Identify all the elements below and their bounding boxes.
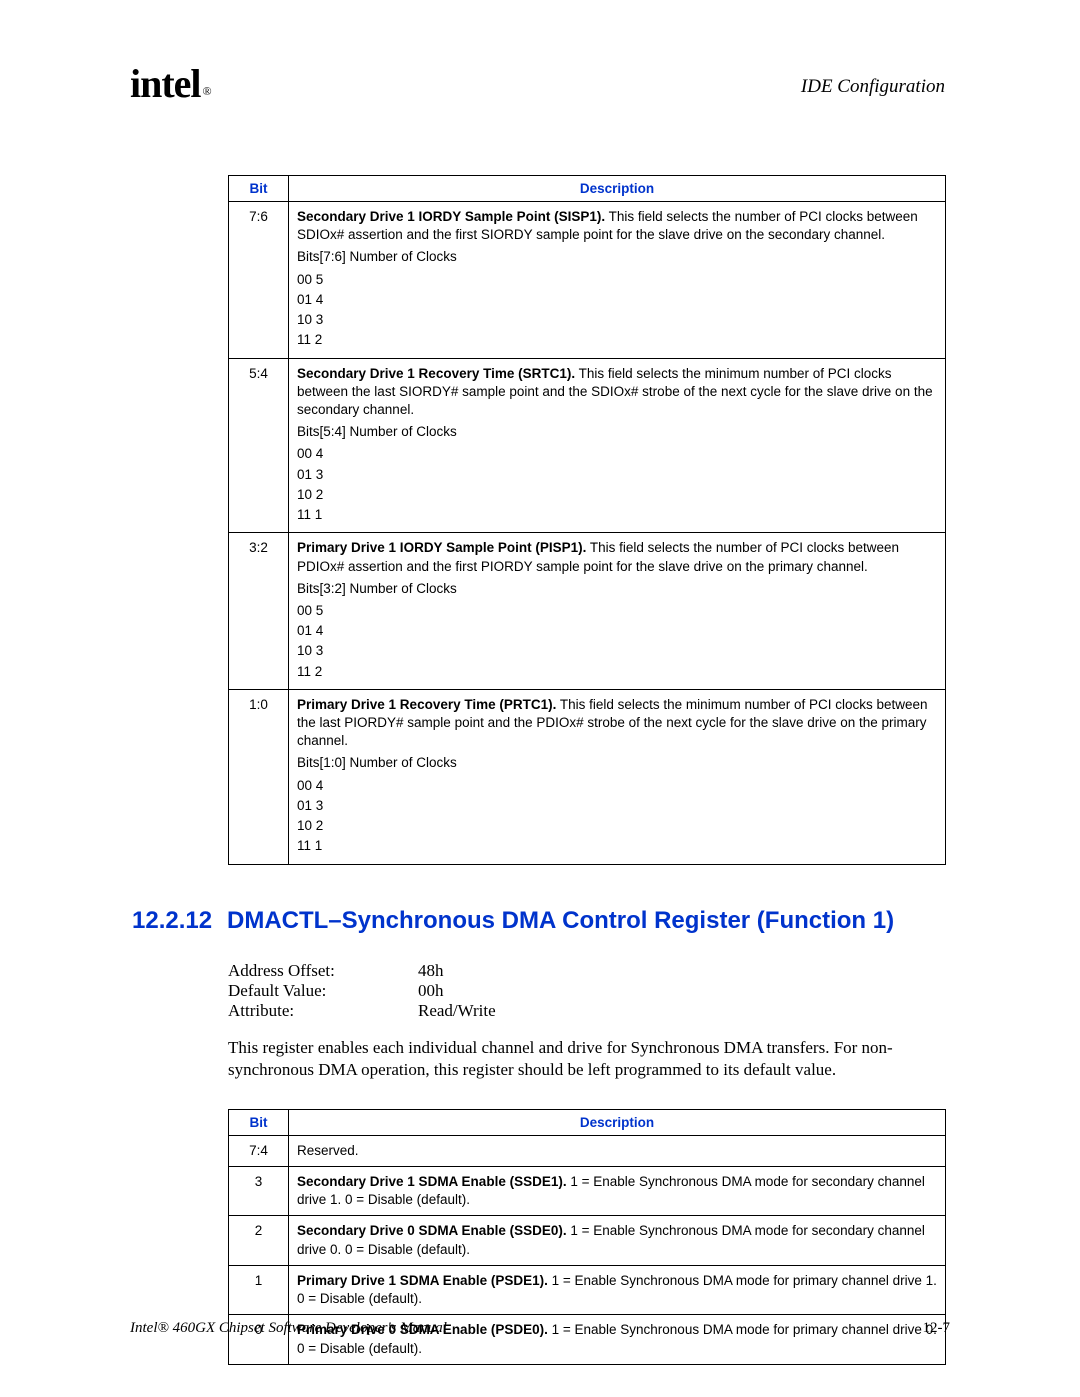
table1-header-desc: Description: [289, 176, 946, 202]
table-row: 3:2 Primary Drive 1 IORDY Sample Point (…: [229, 533, 946, 690]
intel-logo: intel®: [130, 60, 209, 107]
bit-cell: 1: [229, 1265, 289, 1314]
def-value: 00h: [418, 981, 444, 1001]
logo-registered: ®: [203, 84, 211, 98]
bit-cell: 7:4: [229, 1135, 289, 1166]
bit-cell: 5:4: [229, 358, 289, 533]
bits-label: Bits[5:4] Number of Clocks: [297, 423, 937, 441]
map-line: 01 4: [297, 291, 937, 309]
field-body: Reserved.: [297, 1143, 359, 1158]
map-line: 00 5: [297, 602, 937, 620]
desc-cell: Primary Drive 1 IORDY Sample Point (PISP…: [289, 533, 946, 690]
table2-header-bit: Bit: [229, 1109, 289, 1135]
addr-value: 48h: [418, 961, 444, 981]
map-line: 10 2: [297, 817, 937, 835]
table2-header-desc: Description: [289, 1109, 946, 1135]
bit-cell: 3:2: [229, 533, 289, 690]
map-line: 01 3: [297, 466, 937, 484]
footer-left: Intel® 460GX Chipset Software Developer'…: [130, 1320, 447, 1337]
attr-value: Read/Write: [418, 1001, 496, 1021]
bit-table-1: Bit Description 7:6 Secondary Drive 1 IO…: [228, 175, 946, 865]
desc-cell: Reserved.: [289, 1135, 946, 1166]
section-title-text: DMACTL–Synchronous DMA Control Register …: [227, 907, 894, 935]
table-row: 7:6 Secondary Drive 1 IORDY Sample Point…: [229, 202, 946, 359]
map-line: 11 2: [297, 663, 937, 681]
attr-label: Attribute:: [228, 1001, 418, 1021]
map-line: 10 3: [297, 642, 937, 660]
map-line: 01 4: [297, 622, 937, 640]
map-line: 00 4: [297, 777, 937, 795]
bit-cell: 2: [229, 1216, 289, 1265]
table1-header-bit: Bit: [229, 176, 289, 202]
field-name: Secondary Drive 0 SDMA Enable (SSDE0).: [297, 1223, 567, 1238]
section-heading: 12.2.12 DMACTL–Synchronous DMA Control R…: [132, 907, 946, 935]
desc-cell: Secondary Drive 0 SDMA Enable (SSDE0). 1…: [289, 1216, 946, 1265]
map-line: 11 1: [297, 837, 937, 855]
table-row: 5:4 Secondary Drive 1 Recovery Time (SRT…: [229, 358, 946, 533]
field-name: Secondary Drive 1 IORDY Sample Point (SI…: [297, 209, 605, 224]
map-line: 11 1: [297, 506, 937, 524]
desc-cell: Secondary Drive 1 IORDY Sample Point (SI…: [289, 202, 946, 359]
bits-label: Bits[1:0] Number of Clocks: [297, 754, 937, 772]
footer-page-number: 12-7: [923, 1320, 951, 1337]
bit-cell: 1:0: [229, 689, 289, 864]
field-name: Primary Drive 1 Recovery Time (PRTC1).: [297, 697, 556, 712]
field-name: Secondary Drive 1 Recovery Time (SRTC1).: [297, 366, 575, 381]
desc-cell: Secondary Drive 1 SDMA Enable (SSDE1). 1…: [289, 1166, 946, 1215]
bit-cell: 7:6: [229, 202, 289, 359]
register-info: Address Offset: 48h Default Value: 00h A…: [228, 961, 946, 1021]
field-name: Primary Drive 1 IORDY Sample Point (PISP…: [297, 540, 586, 555]
map-line: 01 3: [297, 797, 937, 815]
chapter-title: IDE Configuration: [801, 76, 945, 98]
field-name: Secondary Drive 1 SDMA Enable (SSDE1).: [297, 1174, 567, 1189]
section-number: 12.2.12: [132, 907, 227, 935]
footer: Intel® 460GX Chipset Software Developer'…: [130, 1320, 950, 1337]
def-label: Default Value:: [228, 981, 418, 1001]
bit-cell: 3: [229, 1166, 289, 1215]
map-line: 00 5: [297, 271, 937, 289]
bits-label: Bits[7:6] Number of Clocks: [297, 248, 937, 266]
map-line: 11 2: [297, 331, 937, 349]
field-name: Primary Drive 1 SDMA Enable (PSDE1).: [297, 1273, 548, 1288]
table-row: 3 Secondary Drive 1 SDMA Enable (SSDE1).…: [229, 1166, 946, 1215]
table-row: 1 Primary Drive 1 SDMA Enable (PSDE1). 1…: [229, 1265, 946, 1314]
desc-cell: Primary Drive 1 SDMA Enable (PSDE1). 1 =…: [289, 1265, 946, 1314]
logo-text: intel: [130, 61, 201, 106]
map-line: 10 3: [297, 311, 937, 329]
addr-label: Address Offset:: [228, 961, 418, 981]
content-area: Bit Description 7:6 Secondary Drive 1 IO…: [228, 175, 946, 1365]
table-row: 1:0 Primary Drive 1 Recovery Time (PRTC1…: [229, 689, 946, 864]
page: intel® IDE Configuration Bit Description…: [0, 0, 1080, 1397]
map-line: 10 2: [297, 486, 937, 504]
register-description: This register enables each individual ch…: [228, 1037, 948, 1081]
bits-label: Bits[3:2] Number of Clocks: [297, 580, 937, 598]
table-row: 2 Secondary Drive 0 SDMA Enable (SSDE0).…: [229, 1216, 946, 1265]
table-row: 7:4 Reserved.: [229, 1135, 946, 1166]
map-line: 00 4: [297, 445, 937, 463]
desc-cell: Secondary Drive 1 Recovery Time (SRTC1).…: [289, 358, 946, 533]
desc-cell: Primary Drive 1 Recovery Time (PRTC1). T…: [289, 689, 946, 864]
